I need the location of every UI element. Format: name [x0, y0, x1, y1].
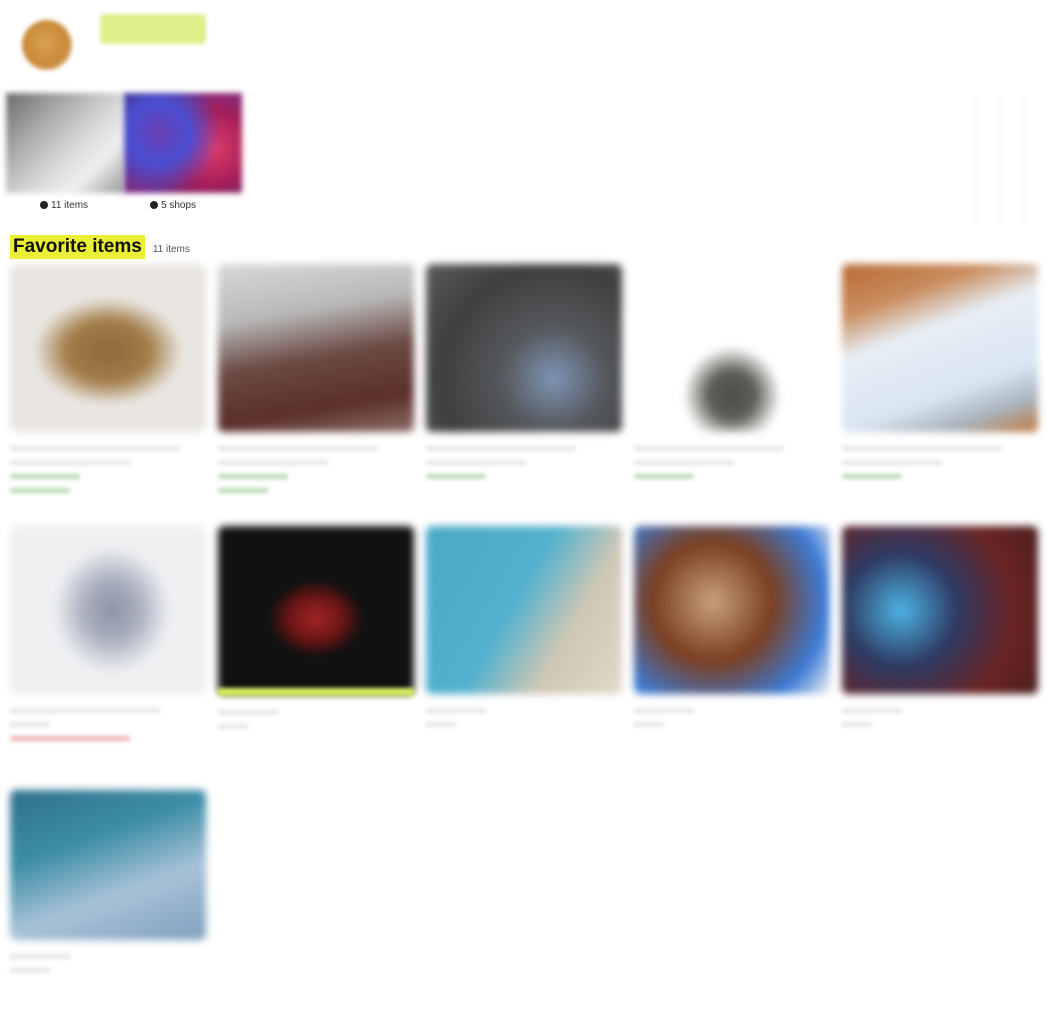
- item-shop-line: [10, 460, 130, 465]
- item-image[interactable]: [842, 526, 1038, 694]
- item-card[interactable]: [842, 264, 1038, 488]
- item-card[interactable]: [10, 264, 206, 502]
- item-details: [842, 446, 1038, 479]
- item-details: [218, 710, 414, 729]
- item-image[interactable]: [634, 526, 830, 694]
- item-details: [10, 954, 206, 973]
- item-highlight-strip: [218, 688, 414, 696]
- item-title-line: [842, 446, 1002, 451]
- item-sale-line: [10, 736, 130, 741]
- item-shop-line: [634, 722, 664, 727]
- item-price-line: [10, 474, 80, 479]
- section-count: 11 items: [152, 243, 190, 255]
- favorite-items-heading: Favorite items 11 items: [10, 234, 190, 260]
- item-shipping-line: [218, 488, 268, 493]
- item-title-line: [218, 710, 278, 715]
- item-title-line: [842, 708, 902, 713]
- item-details: [426, 708, 622, 727]
- item-price-line: [426, 474, 486, 479]
- item-title-line: [634, 708, 694, 713]
- section-title: Favorite items: [10, 235, 145, 259]
- item-shop-line: [634, 460, 734, 465]
- item-card[interactable]: [218, 526, 414, 738]
- item-card[interactable]: [842, 526, 1038, 736]
- item-title-line: [10, 446, 180, 451]
- item-title-line: [10, 954, 70, 959]
- item-shop-line: [842, 722, 872, 727]
- item-title-line: [10, 708, 160, 713]
- item-details: [842, 708, 1038, 727]
- item-card[interactable]: [426, 526, 622, 736]
- collection-shops-thumbnail: [124, 93, 242, 193]
- item-card[interactable]: [426, 264, 622, 488]
- item-image[interactable]: [10, 526, 206, 694]
- item-shop-line: [842, 460, 942, 465]
- item-details: [634, 708, 830, 727]
- item-shop-line: [218, 724, 248, 729]
- item-price-line: [218, 474, 288, 479]
- item-card[interactable]: [218, 264, 414, 502]
- profile-header: [8, 6, 240, 78]
- item-details: [218, 446, 414, 493]
- item-title-line: [426, 708, 486, 713]
- item-image[interactable]: [426, 264, 622, 432]
- collection-shops-tile[interactable]: 5 shops: [124, 93, 242, 211]
- item-card[interactable]: [634, 526, 830, 736]
- item-details: [426, 446, 622, 479]
- shops-count: 5 shops: [161, 200, 197, 211]
- item-shop-line: [10, 722, 50, 727]
- item-image[interactable]: [634, 264, 830, 432]
- favorite-items-grid: [10, 264, 1040, 1009]
- items-count: 11 items: [51, 200, 89, 211]
- item-price-line: [842, 474, 902, 479]
- item-card[interactable]: [634, 264, 830, 488]
- item-details: [634, 446, 830, 479]
- shops-icon: [150, 201, 158, 209]
- avatar[interactable]: [22, 20, 72, 70]
- item-shop-line: [218, 460, 328, 465]
- username-pill[interactable]: [100, 14, 206, 44]
- item-image[interactable]: [426, 526, 622, 694]
- item-image[interactable]: [842, 264, 1038, 432]
- item-price-line: [634, 474, 694, 479]
- item-title-line: [218, 446, 378, 451]
- item-shipping-line: [10, 488, 70, 493]
- items-icon: [40, 201, 48, 209]
- item-shop-line: [10, 968, 50, 973]
- item-image[interactable]: [218, 264, 414, 432]
- item-details: [10, 708, 206, 741]
- item-image[interactable]: [10, 790, 206, 940]
- item-title-line: [426, 446, 576, 451]
- item-shop-line: [426, 460, 526, 465]
- favorites-page: 11 items 5 shops Favorite items 11 items: [0, 0, 1047, 1013]
- collection-items-tile[interactable]: 11 items: [6, 93, 124, 211]
- item-title-line: [634, 446, 784, 451]
- collection-items-label: 11 items: [40, 200, 88, 211]
- item-details: [10, 446, 206, 493]
- faint-divider-lines: [952, 96, 1024, 222]
- collection-shops-label: 5 shops: [150, 200, 196, 211]
- item-image[interactable]: [218, 526, 414, 694]
- collection-items-thumbnail: [6, 93, 124, 193]
- item-card[interactable]: [10, 526, 206, 750]
- collections: 11 items 5 shops: [6, 93, 242, 215]
- item-card[interactable]: [10, 790, 206, 982]
- item-image[interactable]: [10, 264, 206, 432]
- item-shop-line: [426, 722, 456, 727]
